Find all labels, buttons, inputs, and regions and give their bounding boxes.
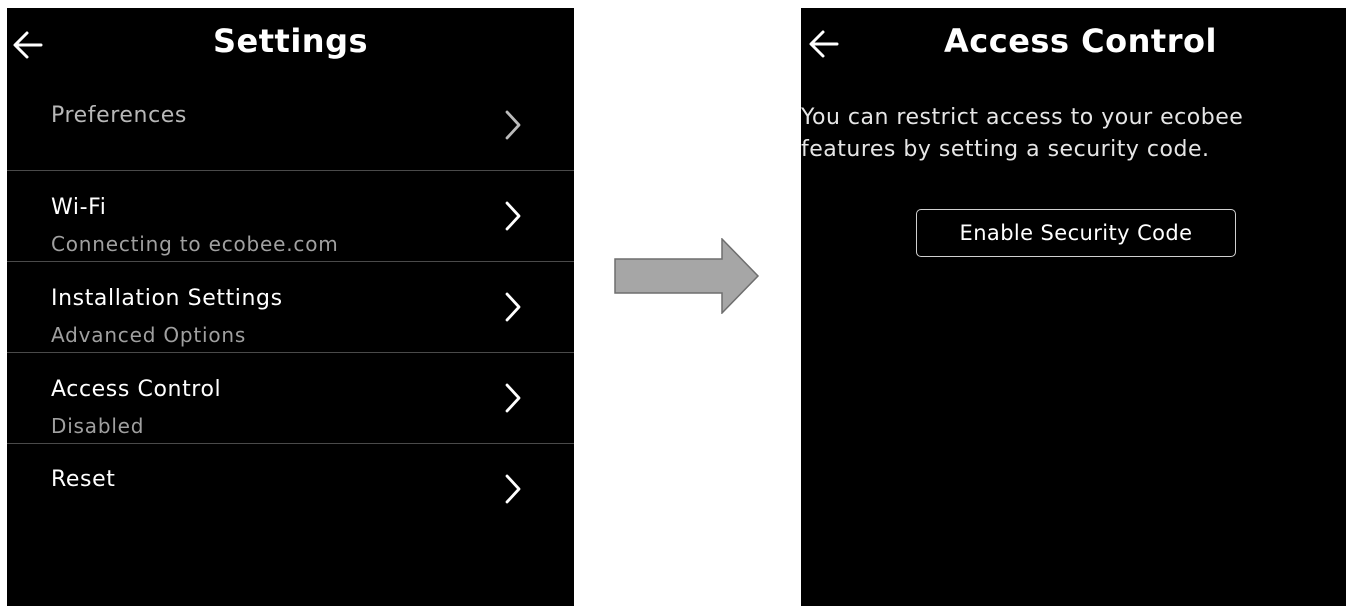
menu-item-status: Disabled: [51, 414, 145, 438]
description-line: features by setting a security code.: [801, 137, 1210, 162]
settings-header: Settings: [7, 8, 574, 80]
menu-item-label: Wi-Fi: [51, 195, 107, 220]
page-title: Access Control: [944, 22, 1217, 60]
access-control-description: You can restrict access to your ecobee f…: [801, 102, 1341, 166]
chevron-right-icon: [504, 382, 522, 414]
access-control-header: Access Control: [801, 8, 1346, 80]
menu-item-label: Installation Settings: [51, 286, 283, 311]
chevron-right-icon: [504, 200, 522, 232]
settings-menu: Preferences Wi-Fi Connecting to ecobee.c…: [7, 80, 574, 534]
menu-item-status: Advanced Options: [51, 323, 247, 347]
menu-item-wifi[interactable]: Wi-Fi Connecting to ecobee.com: [7, 171, 574, 262]
access-control-screen: Access Control You can restrict access t…: [801, 8, 1346, 606]
chevron-right-icon: [504, 109, 522, 141]
back-arrow-icon[interactable]: [807, 27, 841, 61]
right-arrow-icon: [614, 237, 760, 315]
menu-item-label: Preferences: [51, 103, 187, 128]
chevron-right-icon: [504, 473, 522, 505]
page-title: Settings: [212, 22, 369, 60]
menu-item-label: Access Control: [51, 377, 222, 402]
menu-item-access-control[interactable]: Access Control Disabled: [7, 353, 574, 444]
menu-item-label: Reset: [51, 467, 116, 492]
enable-security-code-button[interactable]: Enable Security Code: [916, 209, 1236, 257]
settings-screen: Settings Preferences Wi-Fi Connecting to…: [7, 8, 574, 606]
menu-item-status: Connecting to ecobee.com: [51, 232, 339, 256]
description-line: You can restrict access to your ecobee: [801, 105, 1244, 130]
menu-item-reset[interactable]: Reset: [7, 444, 574, 534]
chevron-right-icon: [504, 291, 522, 323]
menu-item-preferences[interactable]: Preferences: [7, 80, 574, 171]
menu-item-installation-settings[interactable]: Installation Settings Advanced Options: [7, 262, 574, 353]
